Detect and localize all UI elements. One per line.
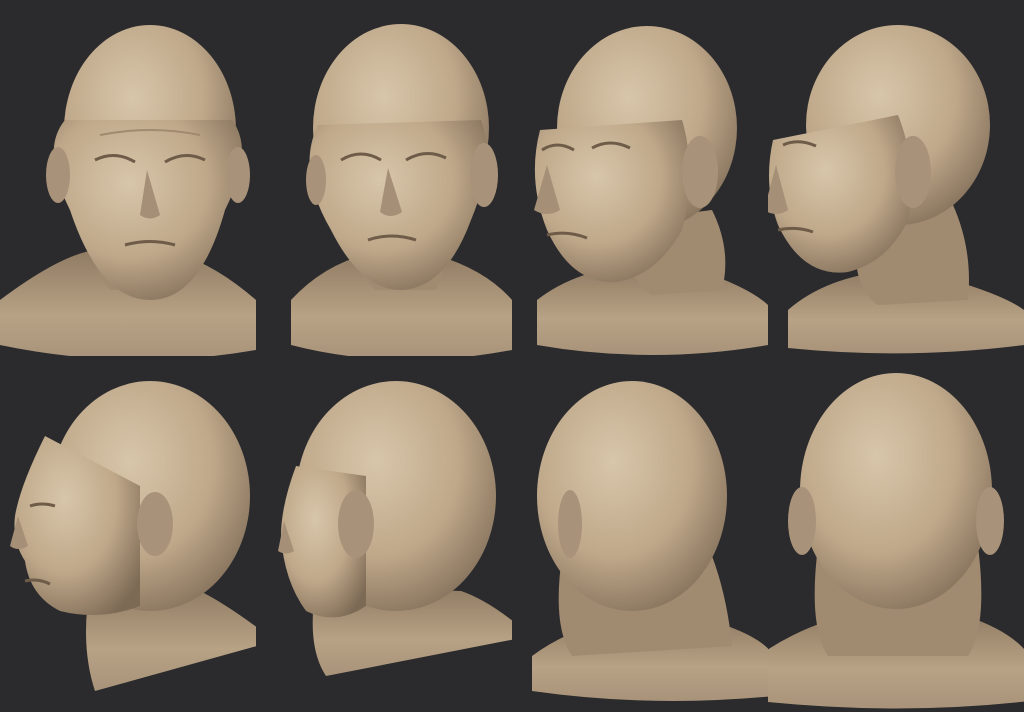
head-view-front [0,0,256,356]
sculpt-head-rear-34 [278,381,512,676]
head-view-rear-three-quarter [256,356,512,712]
head-view-near-profile [768,0,1024,356]
sculpt-head-34 [534,26,768,355]
sculpt-head-back [768,373,1024,709]
head-view-profile [0,356,256,712]
sculpt-turnaround-sheet [0,0,1024,712]
sculpt-head-front [0,25,256,356]
sculpt-head-near-profile [768,25,1024,354]
head-view-three-quarter [512,0,768,356]
head-view-front-three-quarter [256,0,512,356]
head-view-rear [768,356,1024,712]
sculpt-head-front-34 [291,24,512,356]
sculpt-head-rear-near [532,381,768,701]
head-view-rear-near [512,356,768,712]
sculpt-head-profile [10,381,256,691]
